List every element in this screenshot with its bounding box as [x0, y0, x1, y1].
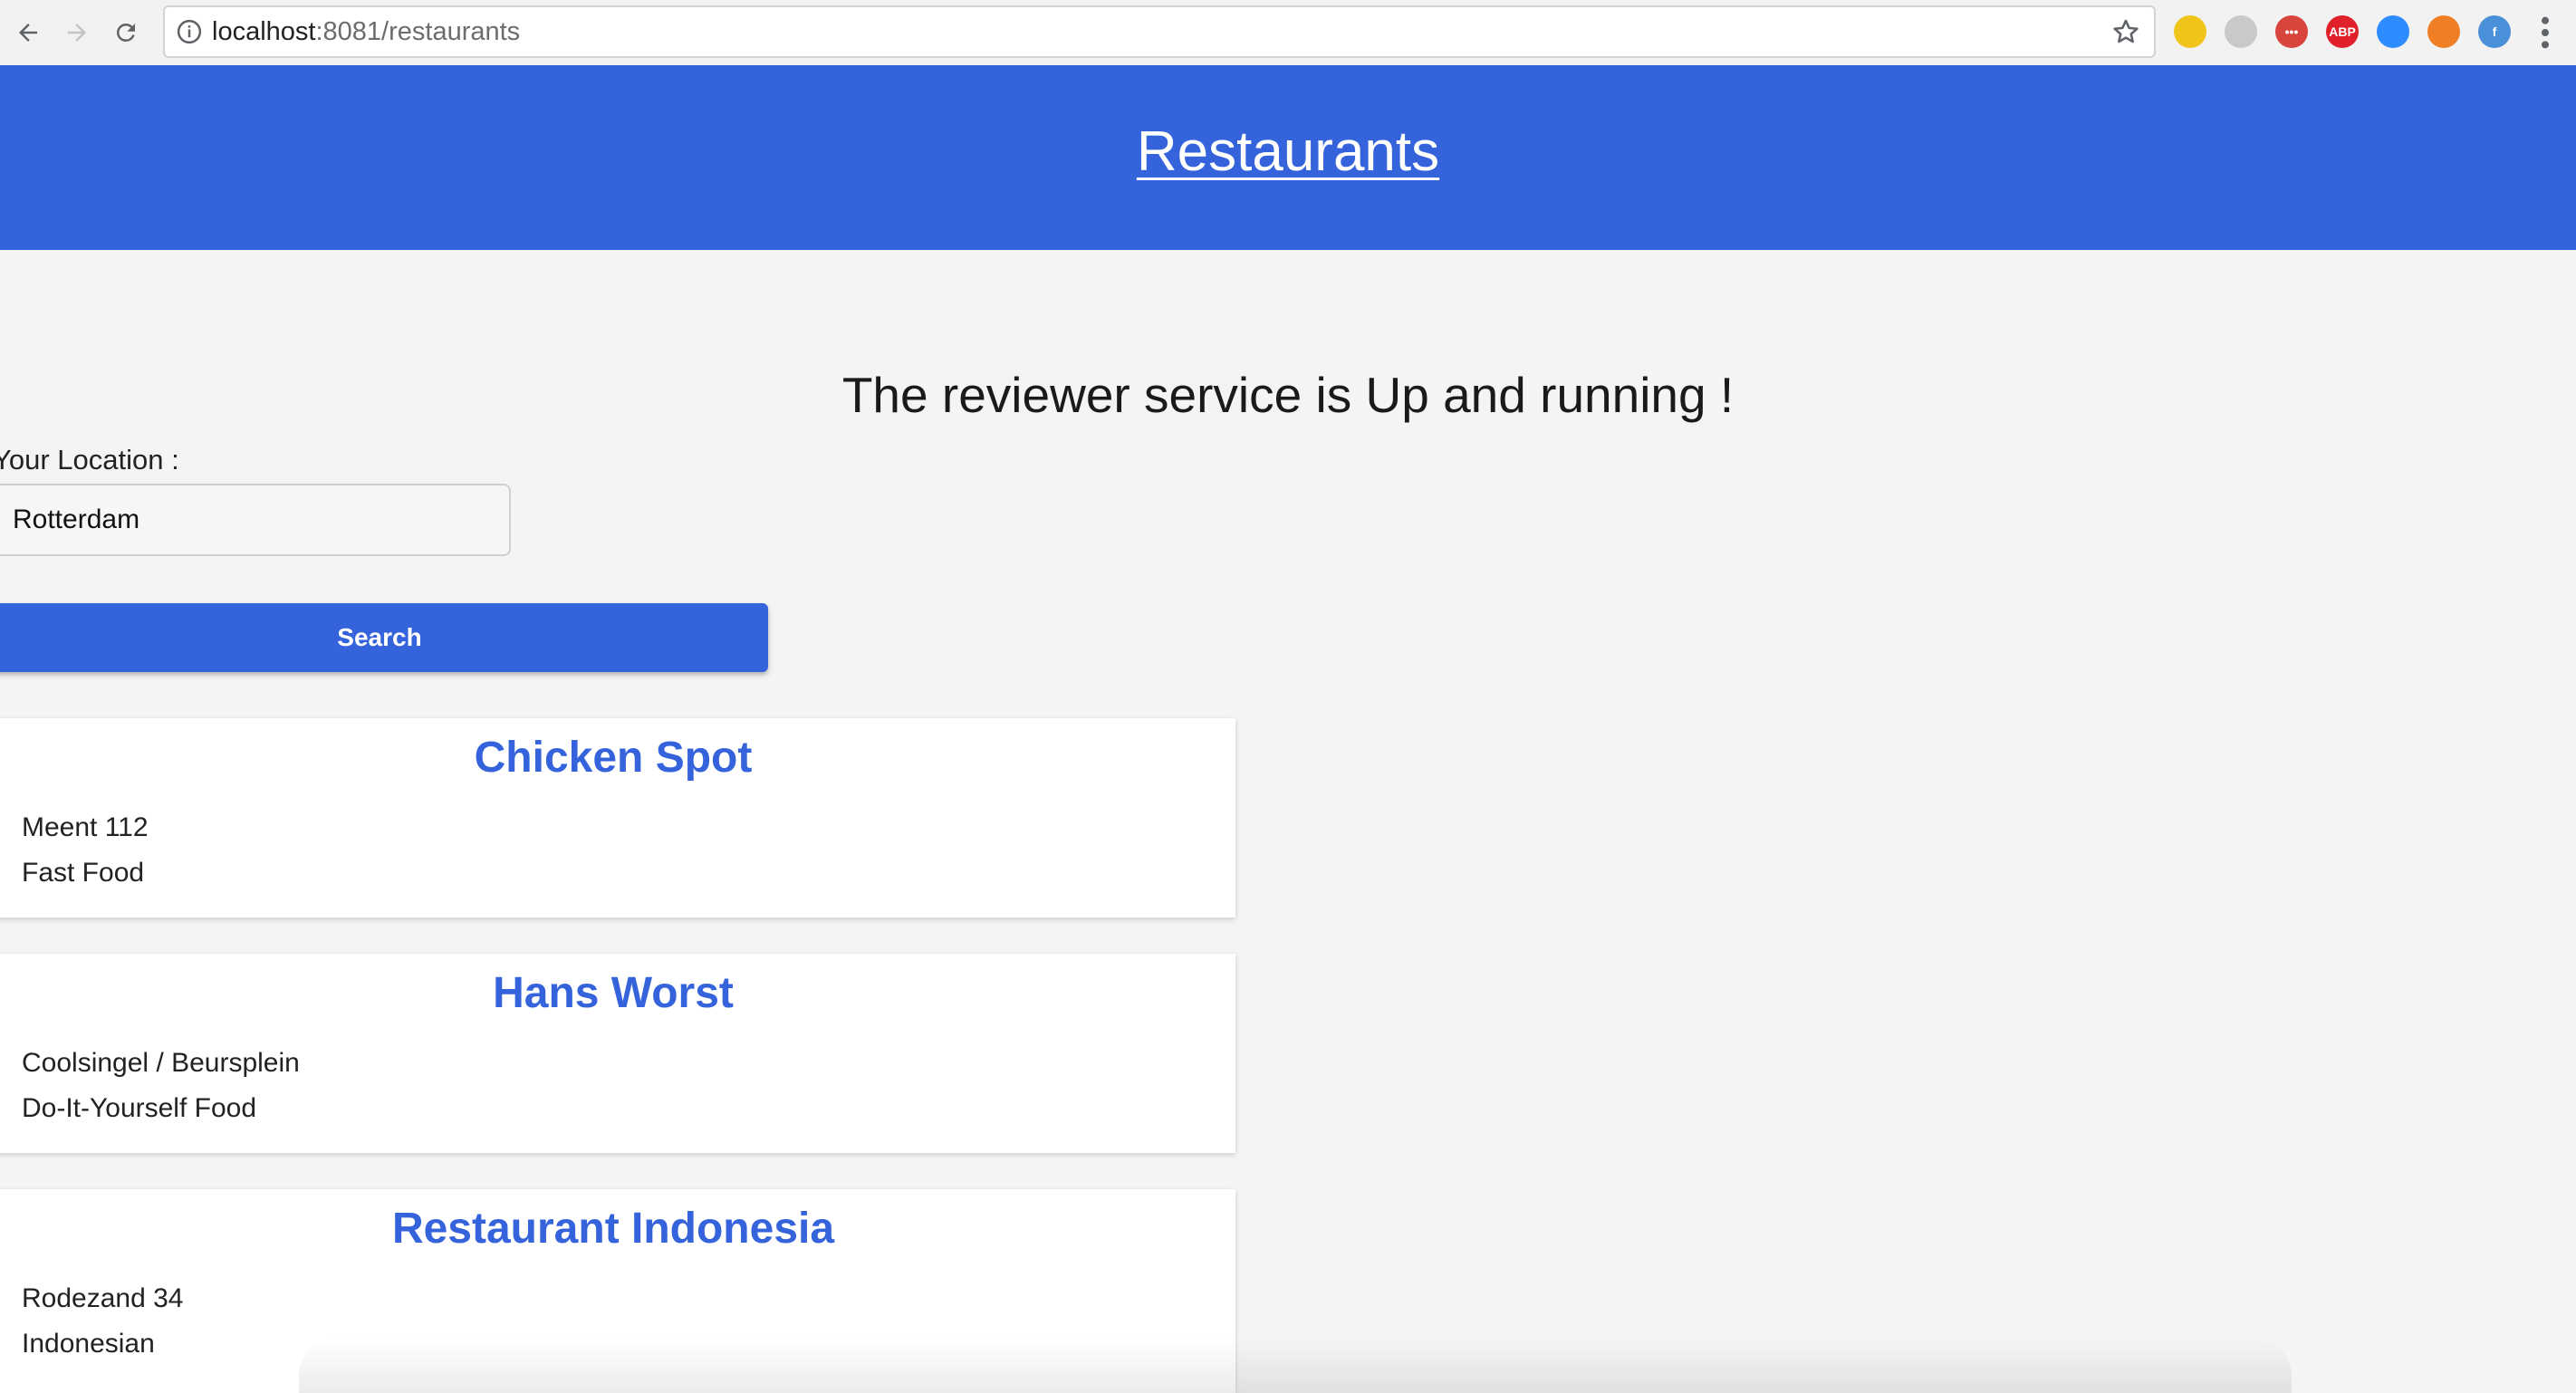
- dots-extension-icon[interactable]: •••: [2275, 15, 2308, 48]
- restaurant-address: Meent 112: [22, 812, 149, 842]
- more-vert-icon[interactable]: [2534, 14, 2556, 51]
- page-title-link[interactable]: Restaurants: [1137, 120, 1439, 184]
- restaurant-category: Fast Food: [22, 858, 145, 888]
- info-icon[interactable]: [176, 18, 203, 45]
- cube-extension-icon[interactable]: [2174, 15, 2206, 48]
- search-button[interactable]: Search: [0, 603, 768, 672]
- forward-button[interactable]: [56, 12, 98, 53]
- location-label: Your Location :: [0, 444, 179, 476]
- restaurant-name: Hans Worst: [493, 969, 734, 1017]
- reload-icon: [116, 23, 135, 42]
- url-path: :8081/restaurants: [315, 17, 521, 46]
- f-extension-icon[interactable]: f: [2478, 15, 2511, 48]
- address-bar[interactable]: localhost:8081/restaurants: [163, 5, 2156, 58]
- restaurant-name: Restaurant Indonesia: [391, 1205, 835, 1253]
- circle-extension-icon[interactable]: [2225, 15, 2257, 48]
- restaurant-address: Rodezand 34: [22, 1283, 184, 1313]
- orange-extension-icon[interactable]: [2427, 15, 2460, 48]
- restaurant-card: Hans Worst Coolsingel / Beursplein Do-It…: [0, 954, 1235, 1153]
- restaurant-address: Coolsingel / Beursplein: [22, 1048, 300, 1078]
- arrow-right-icon: [68, 24, 86, 42]
- app-header: Restaurants: [0, 65, 2576, 250]
- restaurant-card: Restaurant Indonesia Rodezand 34 Indones…: [0, 1189, 1235, 1393]
- reload-button[interactable]: [105, 12, 147, 53]
- restaurant-category: Indonesian: [22, 1329, 155, 1359]
- restaurant-category: Do-It-Yourself Food: [22, 1093, 257, 1123]
- video-extension-icon[interactable]: [2377, 15, 2409, 48]
- back-button[interactable]: [7, 12, 49, 53]
- status-message: The reviewer service is Up and running !: [841, 367, 1735, 423]
- url-host: localhost: [212, 17, 316, 46]
- location-input[interactable]: [0, 484, 511, 556]
- browser-toolbar: localhost:8081/restaurants ••• ABP f: [0, 0, 2576, 66]
- bookmark-star-icon[interactable]: [2110, 16, 2141, 47]
- restaurant-name: Chicken Spot: [474, 734, 753, 782]
- url-text[interactable]: localhost:8081/restaurants: [212, 7, 520, 56]
- adblock-plus-icon[interactable]: ABP: [2326, 15, 2359, 48]
- restaurant-card: Chicken Spot Meent 112 Fast Food: [0, 718, 1235, 917]
- arrow-left-icon: [19, 24, 37, 42]
